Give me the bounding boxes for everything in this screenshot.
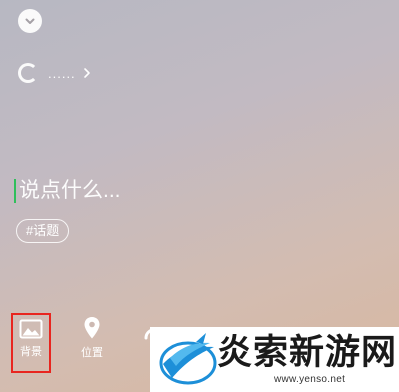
watermark-url: www.yenso.net xyxy=(274,374,346,385)
topic-chip[interactable]: #话题 xyxy=(16,219,70,243)
watermark-brand: 炎索新游网 xyxy=(217,333,398,373)
site-watermark: 炎索新游网 www.yenso.net xyxy=(150,327,399,392)
location-tool-button[interactable]: 位置 xyxy=(72,316,112,376)
status-text: ...... xyxy=(48,65,76,81)
chevron-right-icon xyxy=(83,67,91,79)
image-icon xyxy=(19,319,43,339)
post-composer-screen: ...... #话题 背景 位置 xyxy=(0,0,399,392)
collapse-button[interactable] xyxy=(18,9,42,33)
bird-swoosh-logo xyxy=(159,333,217,385)
loading-spinner-icon xyxy=(18,63,38,83)
status-row[interactable]: ...... xyxy=(18,61,91,85)
background-tool-button[interactable]: 背景 xyxy=(11,313,51,373)
chevron-down-icon xyxy=(25,18,35,24)
background-tool-label: 背景 xyxy=(20,346,42,358)
text-cursor xyxy=(14,179,16,203)
post-text-input[interactable] xyxy=(19,176,269,206)
location-pin-icon xyxy=(84,317,100,339)
location-tool-label: 位置 xyxy=(81,347,103,359)
